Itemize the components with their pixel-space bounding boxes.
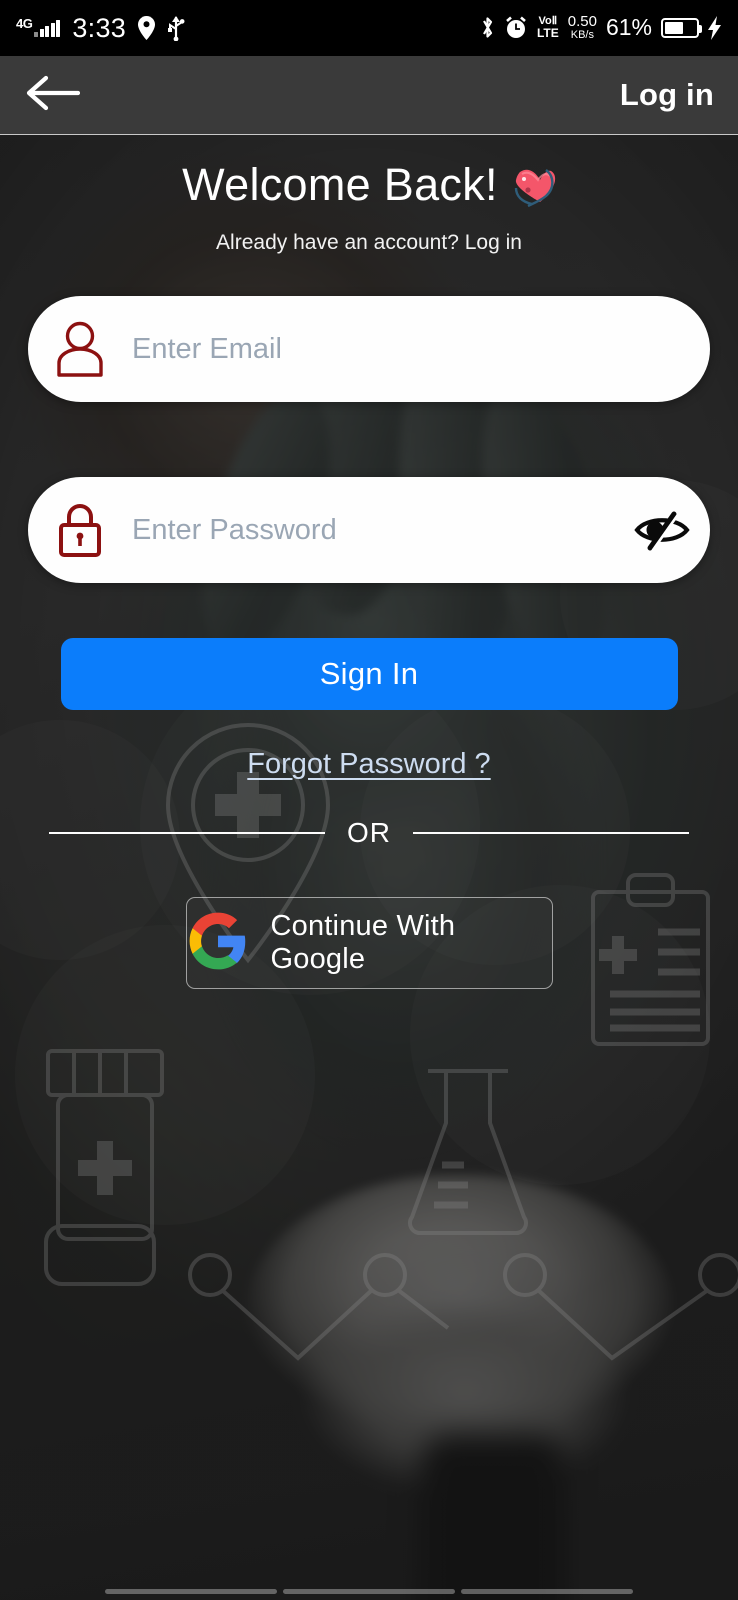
page-title: Log in xyxy=(619,77,714,112)
or-divider: OR xyxy=(49,817,689,849)
forgot-password-link[interactable]: Forgot Password ? xyxy=(0,748,738,781)
password-field-container[interactable] xyxy=(28,477,710,583)
usb-icon xyxy=(167,15,185,41)
alarm-clock-icon xyxy=(504,15,528,40)
lightning-bolt-icon xyxy=(708,15,722,40)
email-field-container[interactable] xyxy=(28,296,710,402)
phone-screen: 4G 3:33 VoⅡ LTE 0.50 KB/s 61% Log in Wel… xyxy=(0,0,738,1600)
status-bar: 4G 3:33 VoⅡ LTE 0.50 KB/s 61% xyxy=(0,0,738,56)
continue-with-google-button[interactable]: Continue With Google xyxy=(185,897,553,989)
app-bar: Log in xyxy=(0,56,738,135)
network-type-label: 4G xyxy=(16,16,33,31)
google-button-label: Continue With Google xyxy=(270,910,456,975)
location-pin-icon xyxy=(138,16,156,40)
status-clock: 3:33 xyxy=(72,12,127,43)
lock-icon xyxy=(28,501,132,559)
email-input[interactable] xyxy=(132,332,710,366)
password-input[interactable] xyxy=(132,513,614,547)
signal-strength-icon: 4G xyxy=(16,16,61,37)
welcome-heading: Welcome Back! xyxy=(0,159,738,211)
divider-line-left xyxy=(49,831,325,835)
heart-with-ribbon-emoji xyxy=(510,166,556,208)
eye-off-icon[interactable] xyxy=(614,508,710,552)
bluetooth-icon xyxy=(480,15,495,40)
back-arrow-icon[interactable] xyxy=(24,75,81,116)
login-content: Welcome Back! Already have an account? L… xyxy=(0,135,738,1600)
system-navigation-bar xyxy=(0,1560,738,1600)
or-label: OR xyxy=(347,817,391,848)
nav-segment[interactable] xyxy=(461,1589,633,1594)
account-subtitle: Already have an account? Log in xyxy=(216,231,522,254)
divider-line-right xyxy=(413,831,689,835)
battery-icon xyxy=(661,17,702,38)
nav-segment[interactable] xyxy=(105,1589,277,1594)
nav-segment[interactable] xyxy=(283,1589,455,1594)
welcome-heading-text: Welcome Back! xyxy=(182,159,498,210)
user-person-icon xyxy=(28,321,132,377)
battery-percent-label: 61% xyxy=(605,14,652,41)
volte-icon: VoⅡ LTE xyxy=(536,15,559,41)
sign-in-button[interactable]: Sign In xyxy=(60,638,678,710)
network-speed-indicator: 0.50 KB/s xyxy=(567,13,597,42)
google-g-icon xyxy=(187,910,249,977)
